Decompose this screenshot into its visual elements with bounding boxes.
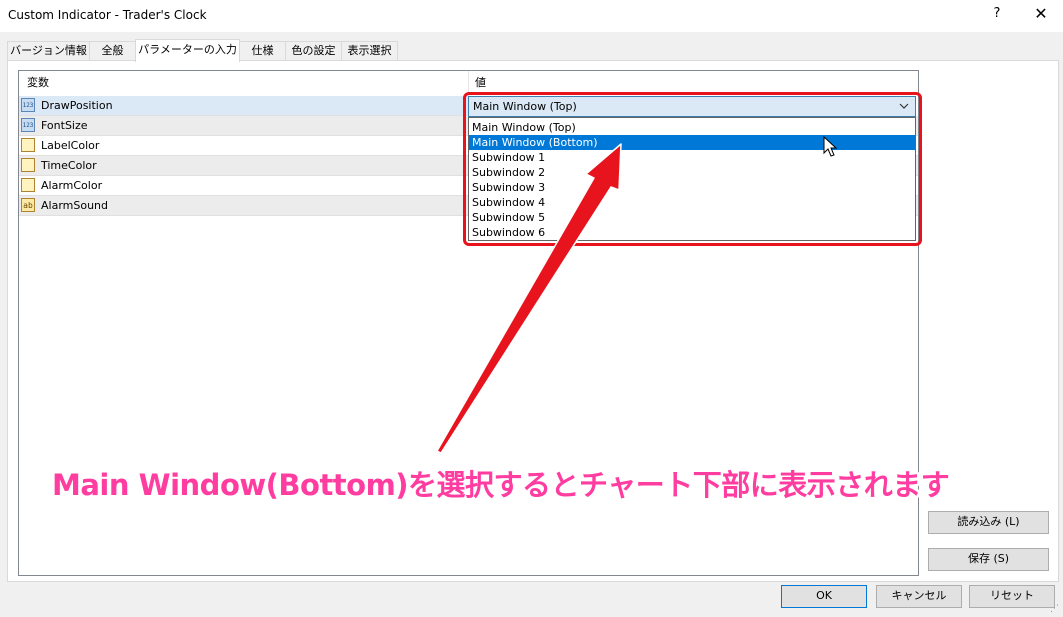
number-icon: 123 bbox=[21, 98, 35, 112]
cancel-button[interactable]: キャンセル bbox=[876, 585, 962, 608]
load-button[interactable]: 読み込み (L) bbox=[928, 511, 1049, 534]
tab-colors[interactable]: 色の設定 bbox=[285, 41, 342, 60]
dropdown-option[interactable]: Main Window (Top) bbox=[469, 120, 915, 135]
row-label: AlarmColor bbox=[41, 179, 103, 192]
draw-position-select[interactable]: Main Window (Top) bbox=[468, 96, 916, 117]
table-row[interactable]: 123 DrawPosition bbox=[19, 96, 468, 116]
table-row[interactable]: AlarmColor bbox=[19, 176, 468, 196]
dropdown-option[interactable]: Subwindow 4 bbox=[469, 195, 915, 210]
tab-input-parameters[interactable]: パラメーターの入力 bbox=[135, 39, 240, 62]
row-label: FontSize bbox=[41, 119, 88, 132]
row-label: DrawPosition bbox=[41, 99, 113, 112]
row-label: LabelColor bbox=[41, 139, 100, 152]
help-button[interactable]: ? bbox=[985, 6, 1009, 26]
save-button[interactable]: 保存 (S) bbox=[928, 548, 1049, 571]
window-title: Custom Indicator - Trader's Clock bbox=[8, 8, 207, 22]
dropdown-option-highlighted[interactable]: Main Window (Bottom) bbox=[469, 135, 915, 150]
column-header-value[interactable]: 値 bbox=[475, 71, 486, 95]
table-row[interactable]: ab AlarmSound bbox=[19, 196, 468, 216]
table-row[interactable]: 123 FontSize bbox=[19, 116, 468, 136]
select-value: Main Window (Top) bbox=[473, 100, 577, 113]
tab-version-info[interactable]: バージョン情報 bbox=[7, 41, 90, 60]
row-label: AlarmSound bbox=[41, 199, 109, 212]
dropdown-option[interactable]: Subwindow 5 bbox=[469, 210, 915, 225]
color-icon bbox=[21, 178, 35, 192]
number-icon: 123 bbox=[21, 118, 35, 132]
column-header-variable[interactable]: 変数 bbox=[27, 71, 49, 95]
dropdown-option[interactable]: Subwindow 1 bbox=[469, 150, 915, 165]
dropdown-option[interactable]: Subwindow 3 bbox=[469, 180, 915, 195]
mouse-cursor-icon bbox=[823, 136, 838, 157]
row-label: TimeColor bbox=[41, 159, 97, 172]
dropdown-option[interactable]: Subwindow 6 bbox=[469, 225, 915, 240]
chevron-down-icon[interactable] bbox=[899, 98, 909, 117]
column-divider[interactable] bbox=[468, 71, 469, 95]
tab-general[interactable]: 全般 bbox=[89, 41, 136, 60]
close-button[interactable]: ✕ bbox=[1029, 4, 1053, 26]
color-icon bbox=[21, 138, 35, 152]
dropdown-option[interactable]: Subwindow 2 bbox=[469, 165, 915, 180]
annotation-caption: Main Window(Bottom)を選択するとチャート下部に表示されます bbox=[52, 468, 950, 502]
resize-grip-icon[interactable]: ⋰ bbox=[1050, 604, 1059, 614]
text-icon: ab bbox=[21, 198, 35, 212]
tab-specifications[interactable]: 仕様 bbox=[239, 41, 286, 60]
reset-button[interactable]: リセット bbox=[969, 585, 1055, 608]
title-bar: Custom Indicator - Trader's Clock ? ✕ bbox=[0, 0, 1063, 32]
table-row[interactable]: LabelColor bbox=[19, 136, 468, 156]
color-icon bbox=[21, 158, 35, 172]
draw-position-dropdown-list: Main Window (Top) Main Window (Bottom) S… bbox=[468, 117, 916, 241]
tab-visualization[interactable]: 表示選択 bbox=[341, 41, 398, 60]
table-row[interactable]: TimeColor bbox=[19, 156, 468, 176]
ok-button[interactable]: OK bbox=[781, 585, 867, 608]
